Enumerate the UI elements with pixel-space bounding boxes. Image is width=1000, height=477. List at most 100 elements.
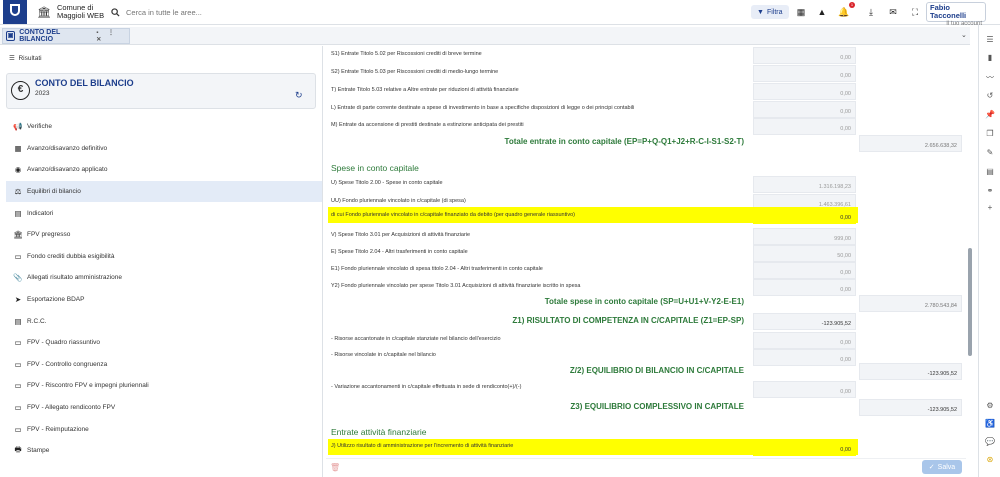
sidebar-item-indicatori[interactable]: ▤ Indicatori [6,202,322,224]
sidebar-item-verifiche[interactable]: 📢 Verifiche [6,116,322,138]
sidebar-item-allegati-risultato[interactable]: 📎 Allegati risultato amministrazione [6,267,322,289]
user-account-button[interactable]: Fabio Tacconelli Il tuo account [926,2,986,27]
value-field[interactable]: 0,00 [753,118,856,135]
notification-badge: 1 [849,2,855,8]
card-icon: ▭ [14,338,22,348]
sidebar-item-fondo-crediti[interactable]: ▭ Fondo crediti dubbia esigibilità [6,246,322,268]
value-field[interactable]: 0,00 [753,381,856,398]
copy-icon[interactable]: ❐ [984,129,996,138]
z2-value: -123.905,52 [859,363,962,380]
z3-label: Z3) EQUILIBRIO COMPLESSIVO IN CAPITALE [570,402,744,411]
section-title-attivita: Entrate attività finanziarie [331,427,427,437]
value-field[interactable]: 0,00 [753,349,856,366]
sidebar-item-fpv-riscontro[interactable]: ▭ FPV - Riscontro FPV e impegni plurienna… [6,375,322,397]
accessibility-icon[interactable]: ♿ [984,419,996,428]
sidebar-header: ☰ Risultati [9,55,42,62]
value-field[interactable]: 0,00 [753,207,856,224]
sidebar-item-equilibri-di-bilancio[interactable]: ⚖ Equilibri di bilancio [6,180,322,203]
coins-icon: ◉ [14,165,22,175]
value-field[interactable]: 0,00 [753,279,856,296]
card-icon: ▭ [14,403,22,413]
sidebar-item-fpv-controllo[interactable]: ▭ FPV - Controllo congruenza [6,354,322,376]
check-icon: ✓ [928,464,935,471]
value-field[interactable]: 50,00 [753,245,856,262]
main-content: S1) Entrate Titolo 5.02 per Riscossioni … [326,46,966,458]
total-spese-label: Totale spese in conto capitale (SP=U+U1+… [544,297,744,306]
total-spese-value: 2.780.543,84 [859,295,962,312]
balance-icon: ⚖ [14,187,22,197]
refresh-icon[interactable]: ↻ [295,90,303,101]
chat-icon[interactable]: 💬 [984,437,996,446]
menu-icon[interactable]: ☰ [9,55,15,62]
sidebar-item-rcc[interactable]: ▤ R.C.C. [6,310,322,332]
help-icon[interactable]: ⊛ [984,455,996,464]
fullscreen-icon[interactable]: ⛶ [909,7,921,18]
megaphone-icon: 📢 [13,122,23,132]
value-field[interactable]: 999,00 [753,228,856,245]
printer-icon: 🖶 [14,445,22,455]
card-icon: ▭ [14,424,22,434]
total-entrate-label: Totale entrate in conto capitale (EP=P+Q… [504,137,744,146]
municipality-name[interactable]: Comune di Maggioli WEB [57,4,104,20]
footer-bar: 🗑 ✓ Salva [326,458,966,477]
filter-button[interactable]: ▼ Filtra [751,5,789,19]
tab-conto-del-bilancio[interactable]: ▣ CONTO DEL BILANCIO ▪ ⋮ ✕ [2,28,130,44]
list-icon[interactable]: ☰ [984,35,996,44]
right-toolbar: ☰ ▮ 〰 ↺ 📌 ❐ ✎ ▤ ⚭ + ⚙ ♿ 💬 ⊛ [978,25,1000,477]
sidebar-item-avanzo-applicato[interactable]: ◉ Avanzo/disavanzo applicato [6,159,322,181]
download-icon[interactable]: ⤓ [865,7,877,18]
context-year: 2023 [35,90,50,97]
card-icon: ▭ [14,251,22,261]
chart-icon[interactable]: 〰 [984,72,996,83]
value-field[interactable]: 0,00 [753,262,856,279]
chevron-down-icon[interactable]: ⌄ [961,31,967,39]
edit-icon[interactable]: ✎ [984,148,996,157]
gear-icon[interactable]: ⚙ [984,401,996,410]
send-icon: ➤ [14,295,22,305]
calculator-icon: ▦ [14,143,22,153]
history-icon[interactable]: ↺ [984,91,996,100]
value-field[interactable]: 1.316.198,23 [753,176,856,193]
save-button[interactable]: ✓ Salva [922,460,962,474]
context-title: CONTO DEL BILANCIO [35,78,134,88]
sidebar-menu: 📢 Verifiche ▦ Avanzo/disavanzo definitivo … [6,116,322,462]
document-icon[interactable]: ▤ [984,167,996,176]
sidebar-item-fpv-pregresso[interactable]: 🏛 FPV pregresso [6,224,322,246]
sidebar-item-fpv-allegato[interactable]: ▭ FPV - Allegato rendiconto FPV [6,397,322,419]
z1-label: Z1) RISULTATO DI COMPETENZA IN C/CAPITAL… [512,316,744,325]
card-icon: ▭ [14,359,22,369]
z2-label: Z/2) EQUILIBRIO DI BILANCIO IN C/CAPITAL… [569,366,744,375]
euro-icon: € [11,81,30,100]
pin-icon[interactable]: 📌 [984,110,996,119]
section-title-spese: Spese in conto capitale [331,163,419,173]
search-icon [111,8,120,17]
sidebar-item-avanzo-definitivo[interactable]: ▦ Avanzo/disavanzo definitivo [6,138,322,160]
value-field[interactable]: 0,00 [753,83,856,100]
scrollbar-thumb[interactable] [968,248,972,356]
value-field[interactable]: 0,00 [753,439,856,456]
search-input[interactable] [126,8,686,17]
bell-icon[interactable]: 🔔 [838,7,850,18]
context-card: € CONTO DEL BILANCIO 2023 ↻ [6,73,316,109]
paperclip-icon: 📎 [13,273,23,283]
plus-icon[interactable]: + [984,203,996,212]
app-icon: ▣ [6,31,16,41]
value-field[interactable]: 0,00 [753,101,856,118]
book-icon[interactable]: ▮ [984,53,996,62]
tab-actions[interactable]: ▪ ⋮ ✕ [96,29,129,43]
link-icon[interactable]: ⚭ [984,186,996,195]
grid-icon[interactable]: ▦ [795,7,807,18]
z3-value: -123.905,52 [859,399,962,416]
value-field[interactable]: 0,00 [753,47,856,64]
value-field[interactable]: 0,00 [753,332,856,349]
global-search[interactable] [107,3,747,22]
sidebar-item-fpv-quadro[interactable]: ▭ FPV - Quadro riassuntivo [6,332,322,354]
value-field[interactable]: 0,00 [753,65,856,82]
sidebar-item-fpv-reimputazione[interactable]: ▭ FPV - Reimputazione [6,418,322,440]
mail-icon[interactable]: ✉ [887,7,899,18]
document-icon: ▤ [14,208,22,218]
trash-icon[interactable]: 🗑 [330,463,340,472]
sidebar-item-esportazione-bdap[interactable]: ➤ Esportazione BDAP [6,289,322,311]
alert-icon[interactable]: ▲ [816,7,828,17]
sidebar-item-stampe[interactable]: 🖶 Stampe [6,440,322,462]
